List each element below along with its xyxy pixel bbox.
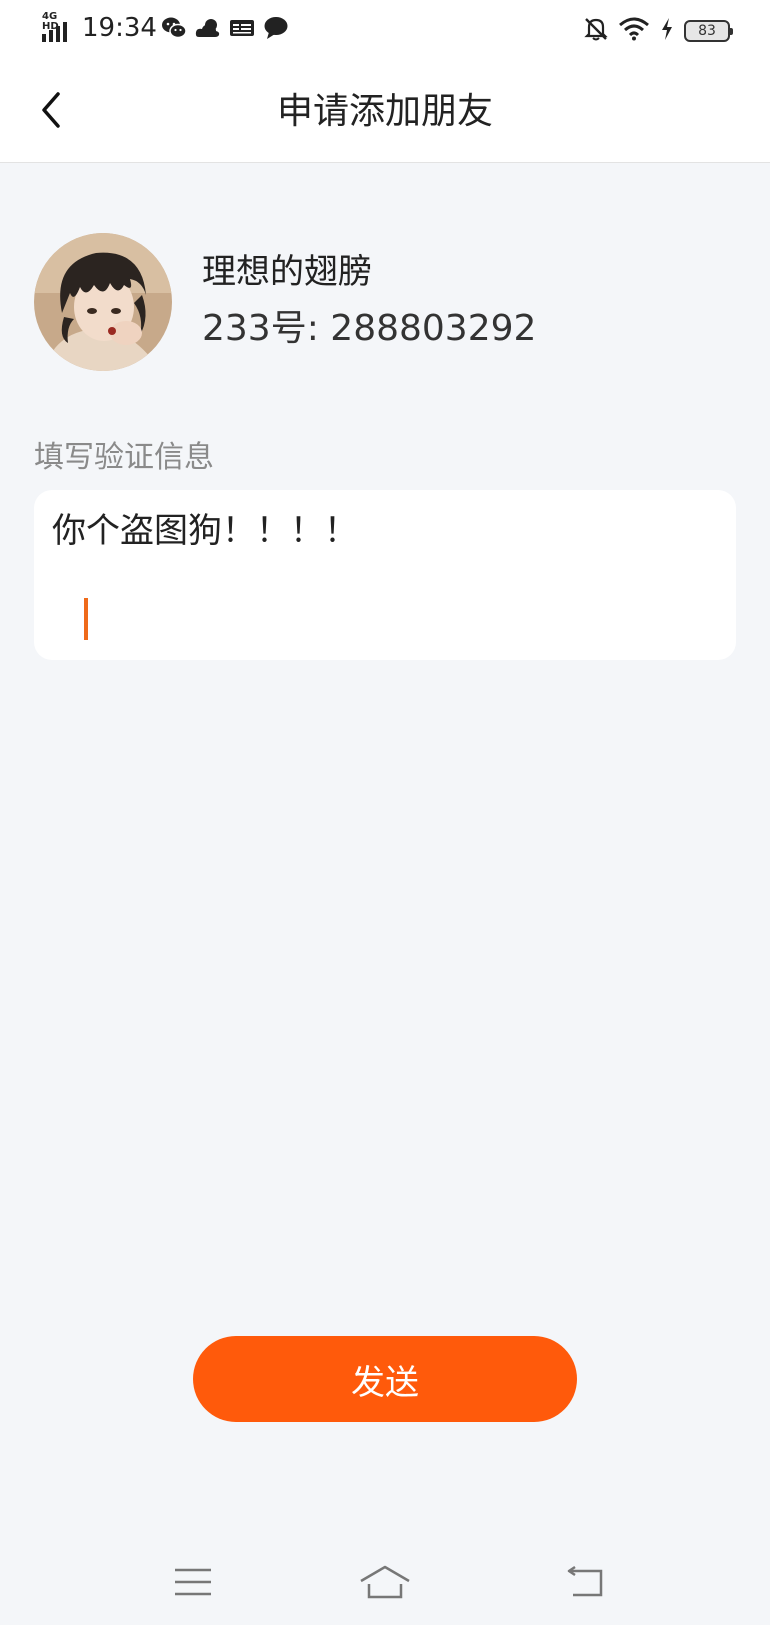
toutiao-icon <box>229 18 255 38</box>
top-app-bar: 申请添加朋友 <box>0 62 770 163</box>
home-button[interactable] <box>355 1560 415 1608</box>
wechat-icon <box>161 16 187 40</box>
nav-back-button[interactable] <box>555 1560 615 1608</box>
home-icon <box>358 1564 412 1604</box>
system-nav-bar <box>0 1540 770 1625</box>
text-caret <box>84 598 88 640</box>
wifi-icon <box>618 17 650 45</box>
page-title: 申请添加朋友 <box>276 91 493 132</box>
avatar[interactable] <box>34 233 172 371</box>
mute-bell-icon <box>584 16 608 46</box>
charging-icon <box>660 17 674 45</box>
battery-icon: 83 <box>684 20 733 42</box>
friend-name: 理想的翅膀 <box>202 252 372 292</box>
battery-level: 83 <box>698 23 716 39</box>
send-button[interactable]: 发送 <box>193 1336 577 1422</box>
notification-icons <box>161 16 289 40</box>
status-bar-left: 4G HD 19:34 <box>42 12 289 44</box>
status-bar: 4G HD 19:34 83 <box>0 0 770 62</box>
back-icon <box>565 1565 605 1603</box>
verify-label: 填写验证信息 <box>34 440 214 475</box>
weather-cloud-icon <box>195 17 221 39</box>
verify-message-text: 你个盗图狗！！！！ <box>52 511 358 551</box>
menu-icon <box>173 1566 213 1602</box>
friend-id: 233号: 288803292 <box>202 308 537 349</box>
signal-icon: 4G HD <box>42 12 76 44</box>
status-bar-right: 83 <box>584 16 733 46</box>
menu-button[interactable] <box>163 1560 223 1608</box>
message-bubble-icon <box>263 16 289 40</box>
status-time: 19:34 <box>82 13 157 43</box>
friend-profile: 理想的翅膀 233号: 288803292 <box>34 233 536 371</box>
verify-message-input[interactable]: 你个盗图狗！！！！ <box>34 490 736 660</box>
profile-info: 理想的翅膀 233号: 288803292 <box>202 250 536 354</box>
